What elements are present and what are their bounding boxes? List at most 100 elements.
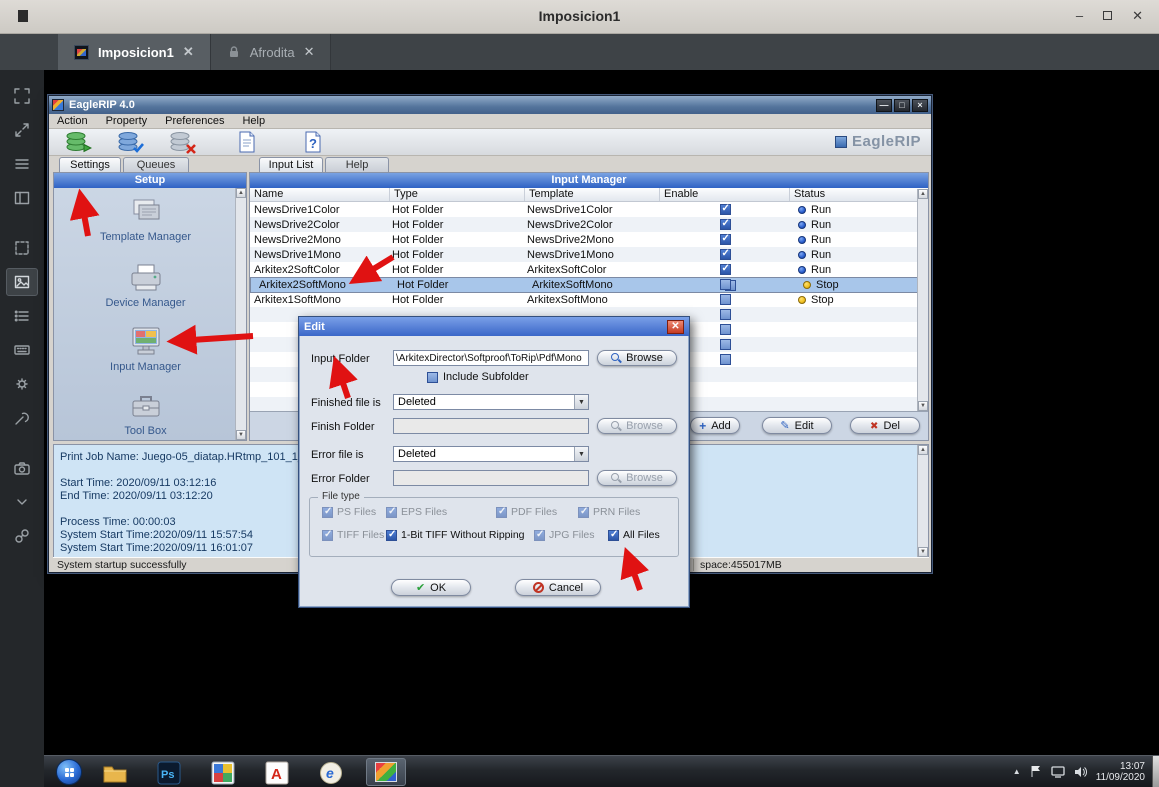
ok-button[interactable]: OK <box>391 579 471 596</box>
keyboard-icon[interactable] <box>6 336 38 364</box>
enable-checkbox[interactable] <box>720 339 731 350</box>
col-template[interactable]: Template <box>525 188 660 201</box>
wrench-icon[interactable] <box>6 404 38 432</box>
scroll-down-icon[interactable]: ▼ <box>918 401 928 411</box>
enable-checkbox[interactable] <box>720 264 731 275</box>
fit-window-icon[interactable] <box>6 116 38 144</box>
setup-item-device-manager[interactable]: Device Manager <box>54 261 237 309</box>
setup-item-template-manager[interactable]: Template Manager <box>54 195 237 243</box>
col-enable[interactable]: Enable <box>660 188 790 201</box>
tab-queues[interactable]: Queues <box>123 157 189 172</box>
enable-checkbox[interactable] <box>720 219 731 230</box>
filetype-1bit-tiff[interactable]: 1-Bit TIFF Without Ripping <box>386 529 525 541</box>
table-row[interactable]: NewsDrive2MonoHot FolderNewsDrive2MonoRu… <box>250 232 928 247</box>
enable-checkbox[interactable] <box>720 249 731 260</box>
close-button[interactable]: ✕ <box>1132 9 1143 23</box>
check-queue-icon[interactable] <box>117 130 144 154</box>
clock[interactable]: 13:07 11/09/2020 <box>1096 761 1145 783</box>
scroll-up-icon[interactable]: ▲ <box>918 189 928 199</box>
tab-close-icon[interactable]: ✕ <box>304 44 315 60</box>
explorer-icon[interactable] <box>102 760 128 785</box>
acrobat-icon[interactable]: A <box>264 760 290 785</box>
add-button[interactable]: Add <box>690 417 740 434</box>
del-button[interactable]: Del <box>850 417 920 434</box>
enable-checkbox[interactable] <box>720 279 731 290</box>
col-status[interactable]: Status <box>790 188 915 201</box>
chevron-down-icon[interactable] <box>6 488 38 516</box>
tab-help[interactable]: Help <box>325 157 389 172</box>
scroll-up-icon[interactable]: ▲ <box>236 188 246 198</box>
browse-input-folder-button[interactable]: Browse <box>597 350 677 366</box>
screenshot-image-icon[interactable] <box>6 268 38 296</box>
enable-checkbox[interactable] <box>720 234 731 245</box>
document-icon[interactable] <box>233 130 260 154</box>
side-panel-icon[interactable] <box>6 184 38 212</box>
scroll-up-icon[interactable]: ▲ <box>918 445 928 455</box>
checkbox[interactable] <box>608 530 619 541</box>
table-row-selected[interactable]: Arkitex2SoftMonoHot FolderArkitexSoftMon… <box>250 277 921 293</box>
table-row[interactable]: Arkitex1SoftMonoHot FolderArkitexSoftMon… <box>250 292 928 307</box>
eaglerip-minimize-button[interactable]: — <box>876 99 892 112</box>
photoshop-icon[interactable]: Ps <box>156 760 182 785</box>
help-icon[interactable]: ? <box>299 130 326 154</box>
tab-input-list[interactable]: Input List <box>259 157 323 172</box>
tab-settings[interactable]: Settings <box>59 157 121 172</box>
table-row[interactable]: Arkitex2SoftColorHot FolderArkitexSoftCo… <box>250 262 928 277</box>
list-icon[interactable] <box>6 302 38 330</box>
tab-imposicion1[interactable]: Imposicion1 ✕ <box>58 34 211 70</box>
setup-item-tool-box[interactable]: Tool Box <box>54 389 237 437</box>
taskbar-active-eaglerip[interactable] <box>366 758 406 786</box>
table-scrollbar[interactable]: ▲ ▼ <box>917 189 928 411</box>
menu-lines-icon[interactable] <box>6 150 38 178</box>
menu-action[interactable]: Action <box>57 115 88 127</box>
include-subfolder-checkbox[interactable] <box>427 372 438 383</box>
menu-preferences[interactable]: Preferences <box>165 115 224 127</box>
filetype-all-files[interactable]: All Files <box>608 529 660 541</box>
error-file-select[interactable]: Deleted▼ <box>393 446 589 462</box>
menu-property[interactable]: Property <box>106 115 148 127</box>
tab-afrodita[interactable]: Afrodita ✕ <box>211 34 332 70</box>
enable-checkbox[interactable] <box>720 354 731 365</box>
col-name[interactable]: Name <box>250 188 390 201</box>
start-queue-icon[interactable] <box>65 130 92 154</box>
eaglerip-maximize-button[interactable]: □ <box>894 99 910 112</box>
dropdown-arrow-icon[interactable]: ▼ <box>574 395 588 409</box>
checkbox[interactable] <box>386 530 397 541</box>
col-type[interactable]: Type <box>390 188 525 201</box>
enable-checkbox[interactable] <box>720 294 731 305</box>
disconnect-icon[interactable] <box>6 522 38 550</box>
maximize-button[interactable] <box>1103 9 1112 23</box>
dialog-close-button[interactable]: ✕ <box>667 320 684 334</box>
camera-icon[interactable] <box>6 454 38 482</box>
show-desktop-button[interactable] <box>1152 756 1159 787</box>
table-row[interactable]: NewsDrive2ColorHot FolderNewsDrive2Color… <box>250 217 928 232</box>
setup-scrollbar[interactable]: ▲ ▼ <box>235 188 246 440</box>
stop-queue-icon[interactable] <box>169 130 196 154</box>
dropdown-arrow-icon[interactable]: ▼ <box>574 447 588 461</box>
speaker-icon[interactable] <box>1074 766 1087 778</box>
enable-checkbox[interactable] <box>720 309 731 320</box>
scroll-down-icon[interactable]: ▼ <box>236 430 246 440</box>
browser-icon[interactable]: e <box>318 760 344 785</box>
setup-item-input-manager[interactable]: Input Manager <box>54 325 237 373</box>
scroll-down-icon[interactable]: ▼ <box>918 547 928 557</box>
enable-checkbox[interactable] <box>720 324 731 335</box>
fullscreen-icon[interactable] <box>6 82 38 110</box>
table-row[interactable]: NewsDrive1ColorHot FolderNewsDrive1Color… <box>250 202 928 217</box>
tab-close-icon[interactable]: ✕ <box>183 44 194 60</box>
selection-area-icon[interactable] <box>6 234 38 262</box>
minimize-button[interactable]: – <box>1076 9 1083 23</box>
action-center-flag-icon[interactable] <box>1030 765 1042 778</box>
log-scrollbar[interactable]: ▲ ▼ <box>917 445 928 557</box>
edit-button[interactable]: Edit <box>762 417 832 434</box>
finished-file-select[interactable]: Deleted▼ <box>393 394 589 410</box>
settings-gear-icon[interactable] <box>6 370 38 398</box>
enable-checkbox[interactable] <box>720 204 731 215</box>
eaglerip-titlebar[interactable]: EagleRIP 4.0 — □ × <box>49 96 931 114</box>
start-button[interactable] <box>56 759 82 785</box>
paint-app-icon[interactable] <box>210 760 236 785</box>
input-folder-field[interactable] <box>393 350 589 366</box>
network-icon[interactable] <box>1051 766 1065 778</box>
table-row[interactable]: NewsDrive1MonoHot FolderNewsDrive1MonoRu… <box>250 247 928 262</box>
cancel-button[interactable]: Cancel <box>515 579 601 596</box>
